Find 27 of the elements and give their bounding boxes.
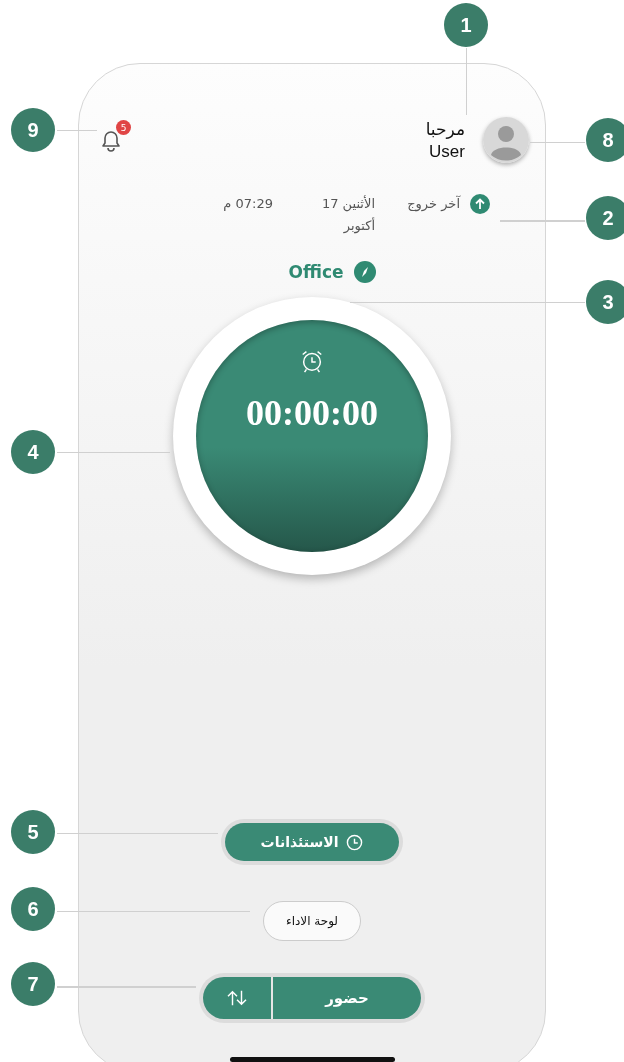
timer-button[interactable]: 00:00:00 (196, 320, 428, 552)
attendance-button[interactable]: حضور (271, 977, 421, 1019)
notification-badge: 5 (116, 120, 131, 135)
checkout-date: الأثنين 17 أكتوبر (320, 194, 375, 236)
permissions-button[interactable]: الاستئذانات (224, 823, 400, 861)
callout-number: 5 (11, 810, 55, 854)
callout-number: 6 (11, 887, 55, 931)
checkout-time: 07:29 م (223, 195, 273, 213)
swap-button[interactable] (203, 977, 271, 1019)
arrow-up-icon (470, 194, 490, 214)
timer-text: 00:00:00 (246, 392, 378, 434)
compass-icon (353, 261, 376, 283)
callout-number: 2 (586, 196, 624, 240)
callout-number: 8 (586, 118, 624, 162)
location-name: Office (288, 262, 344, 282)
dashboard-button[interactable]: لوحة الاداء (263, 901, 361, 941)
clock-icon (346, 833, 364, 851)
greeting-text: مرحبا (425, 118, 465, 141)
callout-number: 1 (444, 3, 488, 47)
callout-number: 7 (11, 962, 55, 1006)
callout-number: 9 (11, 108, 55, 152)
user-name: User (429, 141, 465, 163)
last-checkout-label: آخر خروج (406, 194, 460, 214)
swap-arrows-icon (226, 989, 248, 1007)
callout-number: 3 (586, 280, 624, 324)
callout-number: 4 (11, 430, 55, 474)
avatar-icon[interactable] (483, 117, 529, 163)
